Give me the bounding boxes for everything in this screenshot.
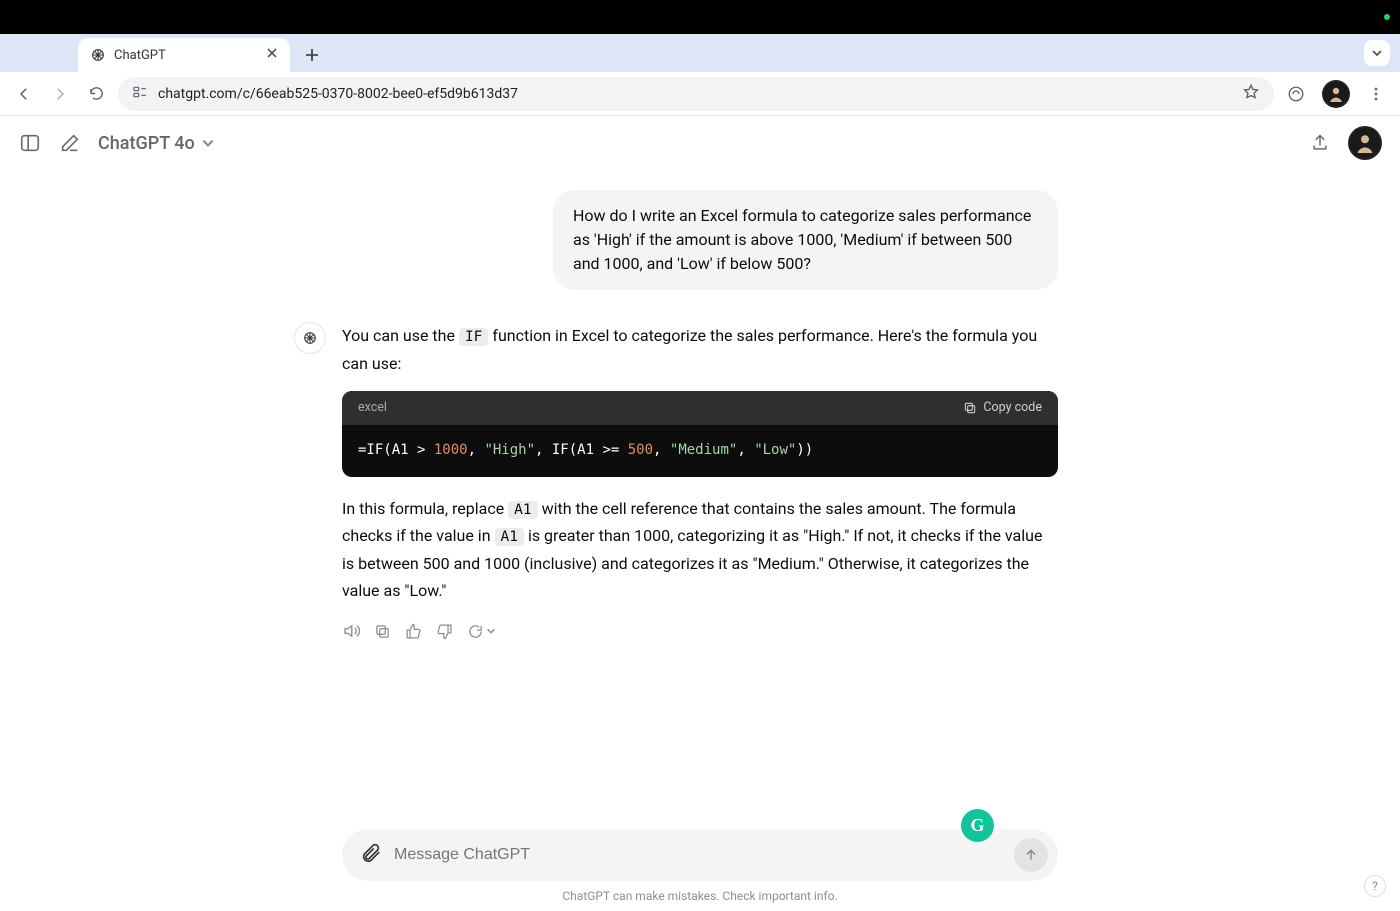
inline-code: IF — [459, 328, 488, 346]
profile-avatar[interactable] — [1322, 80, 1350, 108]
tab-list-dropdown[interactable] — [1364, 40, 1390, 66]
message-composer[interactable]: G — [342, 829, 1058, 881]
chatgpt-header: ChatGPT 4o — [0, 116, 1400, 170]
user-avatar[interactable] — [1348, 126, 1382, 160]
code-language-label: excel — [358, 397, 387, 418]
sidebar-toggle-icon[interactable] — [18, 131, 42, 155]
model-selector[interactable]: ChatGPT 4o — [98, 133, 215, 154]
new-tab-button[interactable] — [298, 41, 326, 69]
message-input[interactable] — [394, 846, 1002, 864]
tab-title: ChatGPT — [114, 48, 166, 63]
user-message: How do I write an Excel formula to categ… — [553, 190, 1058, 290]
disclaimer-text: ChatGPT can make mistakes. Check importa… — [0, 889, 1400, 903]
assistant-avatar-icon — [294, 322, 326, 354]
new-chat-icon[interactable] — [58, 131, 82, 155]
url-text: chatgpt.com/c/66eab525-0370-8002-bee0-ef… — [158, 86, 518, 102]
send-button[interactable] — [1014, 838, 1048, 872]
chevron-down-icon — [201, 136, 215, 150]
copy-code-label: Copy code — [983, 397, 1042, 418]
assistant-message: You can use the IF function in Excel to … — [342, 322, 1058, 640]
chatgpt-favicon-icon — [90, 47, 106, 63]
nav-back-button[interactable] — [10, 80, 38, 108]
nav-reload-button[interactable] — [82, 80, 110, 108]
url-input[interactable]: chatgpt.com/c/66eab525-0370-8002-bee0-ef… — [118, 77, 1274, 111]
chat-scroll-area[interactable]: How do I write an Excel formula to categ… — [0, 170, 1400, 851]
thumbs-up-button[interactable] — [405, 622, 422, 640]
message-actions — [342, 622, 1058, 640]
code-block: excel Copy code =IF(A1 > 1000, "High", I… — [342, 391, 1058, 477]
copy-code-button[interactable]: Copy code — [963, 397, 1042, 418]
help-button[interactable]: ? — [1364, 875, 1386, 897]
grammarly-badge-icon[interactable]: G — [961, 809, 994, 842]
browser-tab-active[interactable]: ChatGPT — [78, 38, 290, 72]
browser-tab-strip: ChatGPT — [0, 34, 1400, 72]
inline-code: A1 — [495, 528, 524, 546]
window-titlebar — [0, 0, 1400, 34]
nav-forward-button[interactable] — [46, 80, 74, 108]
attach-file-button[interactable] — [360, 842, 382, 868]
site-settings-icon[interactable] — [132, 84, 148, 104]
extension-icon[interactable] — [1282, 80, 1310, 108]
read-aloud-button[interactable] — [342, 622, 360, 640]
recording-indicator-icon — [1384, 14, 1390, 20]
inline-code: A1 — [508, 501, 537, 519]
bookmark-star-icon[interactable] — [1242, 83, 1260, 105]
text: You can use the — [342, 326, 459, 345]
browser-menu-icon[interactable] — [1362, 80, 1390, 108]
regenerate-button[interactable] — [467, 622, 496, 640]
model-label: ChatGPT 4o — [98, 133, 195, 154]
share-icon[interactable] — [1308, 131, 1332, 155]
code-content[interactable]: =IF(A1 > 1000, "High", IF(A1 >= 500, "Me… — [342, 425, 1058, 477]
copy-icon — [963, 401, 977, 415]
text: In this formula, replace — [342, 499, 508, 518]
thumbs-down-button[interactable] — [436, 622, 453, 640]
browser-address-bar: chatgpt.com/c/66eab525-0370-8002-bee0-ef… — [0, 72, 1400, 116]
tab-close-icon[interactable] — [266, 47, 278, 63]
copy-message-button[interactable] — [374, 622, 391, 640]
